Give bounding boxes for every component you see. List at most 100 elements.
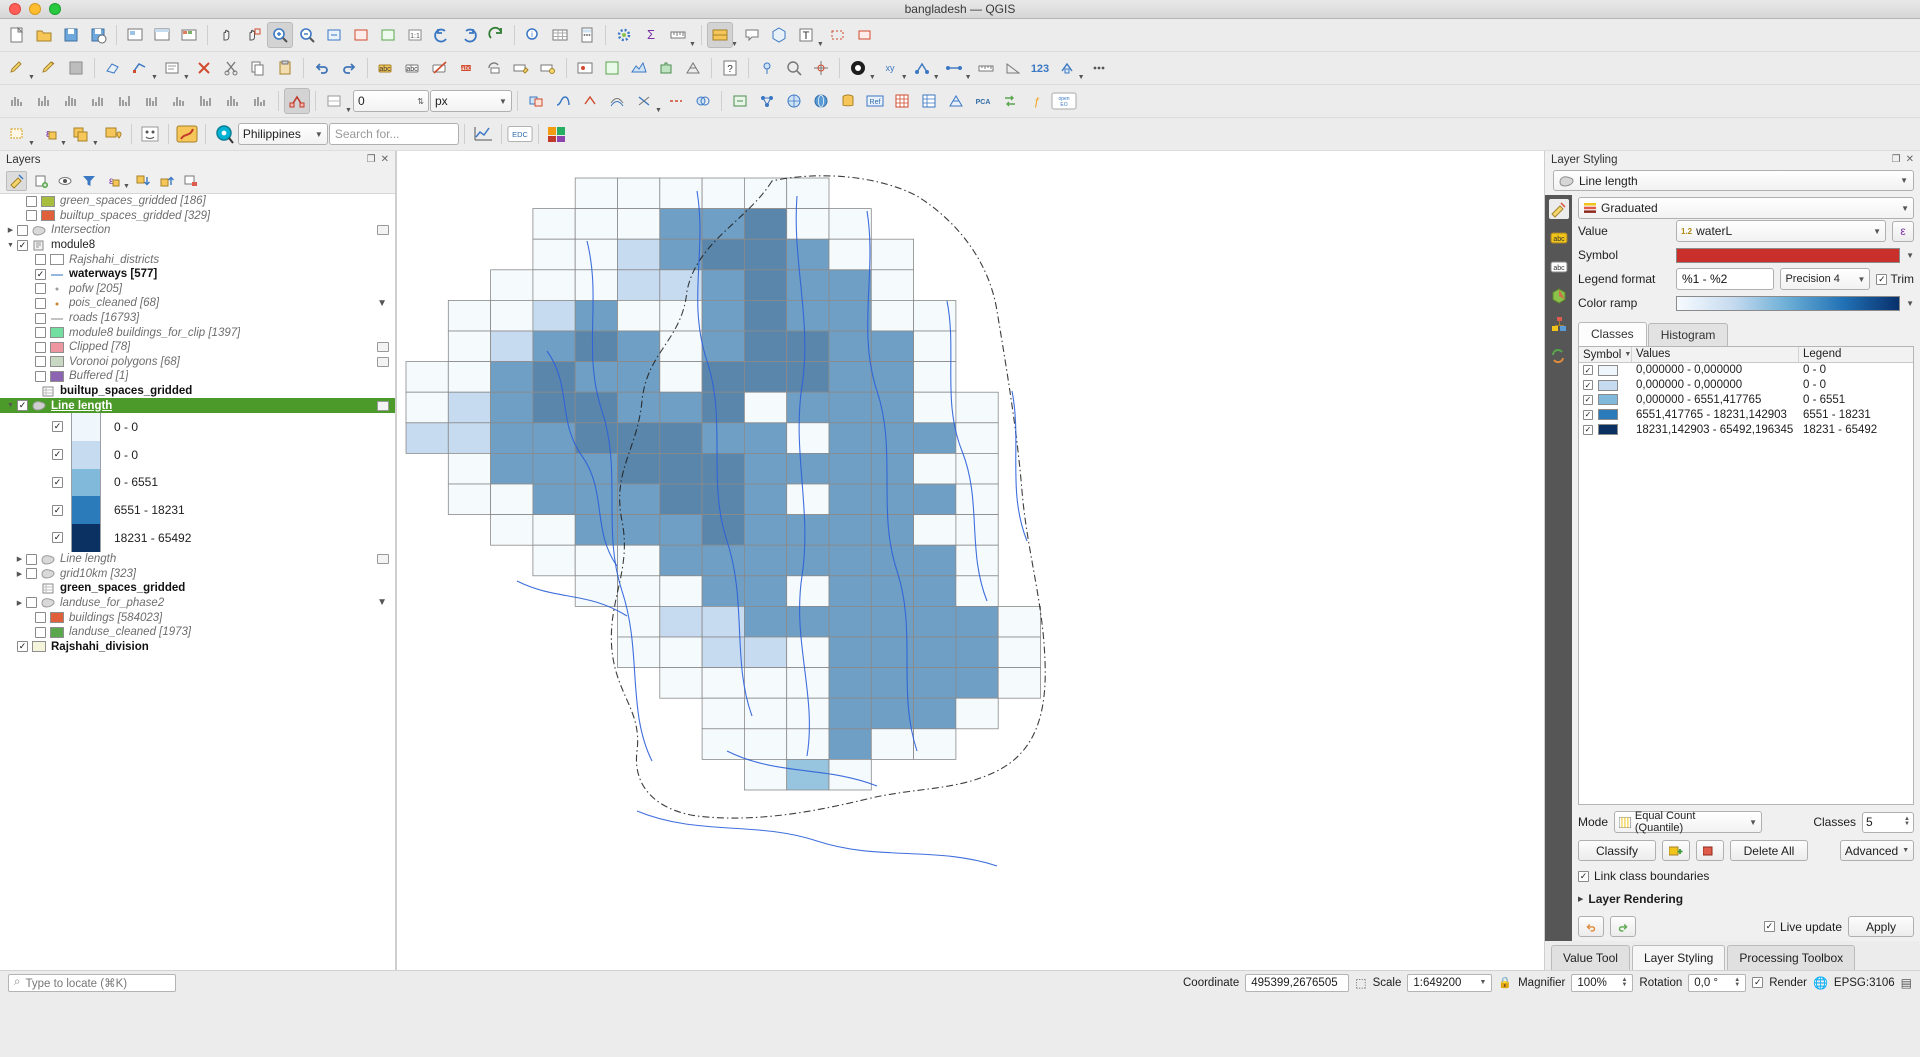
- pin-labels-icon[interactable]: abc: [400, 55, 426, 81]
- self-snapping-icon[interactable]: [577, 88, 603, 114]
- layer-tree-row[interactable]: builtup_spaces_gridded [329]: [0, 209, 395, 224]
- class-legend-row[interactable]: ✓ 6551 - 18231: [0, 496, 395, 525]
- country-select[interactable]: Philippines ▼: [237, 123, 328, 145]
- remove-class-button[interactable]: [1696, 840, 1724, 861]
- zoom-next-icon[interactable]: [456, 22, 482, 48]
- move-label-icon[interactable]: abc: [454, 55, 480, 81]
- raster-calculator-icon[interactable]: [599, 55, 625, 81]
- layer-tree-row[interactable]: builtup_spaces_gridded: [0, 384, 395, 399]
- precision-select[interactable]: Precision 4 ▼: [1780, 268, 1871, 290]
- histogram5-icon[interactable]: [112, 88, 138, 114]
- snap-units-select[interactable]: px ▼: [429, 90, 512, 112]
- circle-symbol-icon[interactable]: [845, 55, 871, 81]
- layer-tree[interactable]: green_spaces_gridded [186] builtup_spaces…: [0, 193, 395, 970]
- right-bottom-tabs[interactable]: Value Tool Layer Styling Processing Tool…: [1545, 941, 1920, 970]
- link-class-boundaries-checkbox[interactable]: ✓: [1578, 870, 1589, 882]
- add-feature-icon[interactable]: [100, 55, 126, 81]
- rotation-input[interactable]: 0,0 ° ▲ ▼: [1688, 973, 1747, 992]
- layer-visibility-checkbox[interactable]: [35, 283, 46, 295]
- styling-layer-select[interactable]: Line length ▼: [1553, 170, 1914, 191]
- zoom-full-icon[interactable]: [321, 22, 347, 48]
- layer-visibility-checkbox[interactable]: [35, 254, 46, 266]
- collapse-all-icon[interactable]: [157, 171, 178, 191]
- xy-tool-icon[interactable]: xy: [877, 55, 903, 81]
- tab-processing-toolbox[interactable]: Processing Toolbox: [1727, 945, 1856, 970]
- layer-visibility-checkbox[interactable]: ✓: [17, 239, 28, 251]
- float-panel-icon[interactable]: ❐: [1892, 154, 1901, 165]
- class-row-swatch[interactable]: [1598, 409, 1618, 421]
- undo-style-button[interactable]: [1578, 916, 1604, 937]
- measure-line-icon[interactable]: [665, 22, 691, 48]
- edc-plugin-icon[interactable]: EDC: [507, 121, 533, 147]
- class-table-row[interactable]: ✓ 0,000000 - 0,000000 0 - 0: [1579, 363, 1913, 378]
- class-legend-cell[interactable]: 0 - 6551: [1799, 394, 1913, 406]
- zoom-native-icon[interactable]: 1:1: [402, 22, 428, 48]
- road-plugin-icon[interactable]: [174, 121, 200, 147]
- layer-tree-row[interactable]: module8 buildings_for_clip [1397]: [0, 325, 395, 340]
- open-attribute-dialog-icon[interactable]: [137, 121, 163, 147]
- render-checkbox[interactable]: ✓: [1752, 977, 1764, 988]
- expand-right-icon[interactable]: ▶: [1578, 895, 1583, 903]
- numeric-123-icon[interactable]: 123: [1027, 55, 1053, 81]
- labels-tab-icon[interactable]: abc: [1549, 228, 1569, 248]
- location-search-icon[interactable]: [211, 121, 237, 147]
- manage-layer-visibility-icon[interactable]: [54, 171, 75, 191]
- spinner-arrows[interactable]: ▲ ▼: [1621, 977, 1627, 988]
- statistical-summary-icon[interactable]: Σ: [638, 22, 664, 48]
- layer-tree-row[interactable]: pois_cleaned [68] ▼: [0, 296, 395, 311]
- save-project-as-icon[interactable]: [85, 22, 111, 48]
- class-legend-row[interactable]: ✓ 0 - 0: [0, 440, 395, 469]
- history-tab-icon[interactable]: [1549, 344, 1569, 364]
- class-values-cell[interactable]: 18231,142903 - 65492,196345: [1632, 424, 1799, 436]
- layer-visibility-checkbox[interactable]: [35, 297, 46, 309]
- magnifier-input[interactable]: 100% ▲ ▼: [1571, 973, 1634, 992]
- layer-visibility-checkbox[interactable]: [35, 312, 46, 324]
- mesh-icon[interactable]: [680, 55, 706, 81]
- layer-visibility-checkbox[interactable]: [26, 553, 37, 565]
- class-color-swatch[interactable]: [71, 524, 101, 552]
- openstreetmap-icon[interactable]: [781, 88, 807, 114]
- current-edits-icon[interactable]: [4, 55, 30, 81]
- tab-classes[interactable]: Classes: [1578, 322, 1647, 346]
- diagrams-tab-icon[interactable]: [1549, 315, 1569, 335]
- histogram3-icon[interactable]: [58, 88, 84, 114]
- layer-visibility-checkbox[interactable]: [35, 370, 46, 382]
- class-color-swatch[interactable]: [71, 412, 101, 441]
- layer-rendering-label[interactable]: Layer Rendering: [1588, 892, 1683, 906]
- layer-expander-icon[interactable]: ▶: [4, 226, 17, 234]
- close-panel-icon[interactable]: ✕: [381, 154, 389, 165]
- filter-badge-icon[interactable]: ▼: [377, 597, 387, 608]
- select-all-icon[interactable]: [68, 121, 94, 147]
- mode-select[interactable]: Equal Count (Quantile) ▼: [1614, 810, 1763, 834]
- expression-filter-caret[interactable]: ▼: [123, 183, 130, 193]
- layer-tree-row[interactable]: buildings [584023]: [0, 610, 395, 625]
- select-by-area-icon[interactable]: [4, 121, 30, 147]
- class-legend-row[interactable]: ✓ 0 - 0: [0, 412, 395, 441]
- class-legend-row[interactable]: ✓ 0 - 6551: [0, 468, 395, 497]
- layers-toolbar[interactable]: ε ▼: [0, 168, 395, 193]
- classify-button[interactable]: Classify: [1578, 840, 1656, 861]
- layer-edit-badge-icon[interactable]: [377, 554, 389, 565]
- symbol-preview[interactable]: [1676, 247, 1901, 263]
- layer-visibility-checkbox[interactable]: [26, 597, 37, 609]
- histogram4-icon[interactable]: [85, 88, 111, 114]
- refresh-icon[interactable]: [483, 22, 509, 48]
- new-print-layout-icon[interactable]: [122, 22, 148, 48]
- messages-icon[interactable]: ▤: [1901, 976, 1912, 990]
- pan-to-selection-icon[interactable]: [240, 22, 266, 48]
- histogram7-icon[interactable]: [166, 88, 192, 114]
- class-row-swatch[interactable]: [1598, 424, 1618, 436]
- coordinate-input[interactable]: 495399,2676505: [1245, 973, 1350, 992]
- merge-features-icon[interactable]: [690, 88, 716, 114]
- histogram9-icon[interactable]: [220, 88, 246, 114]
- color-ramp-preview[interactable]: [1676, 295, 1901, 311]
- coordinate-capture-icon[interactable]: [808, 55, 834, 81]
- add-group-icon[interactable]: [30, 171, 51, 191]
- filter-legend-icon[interactable]: [78, 171, 99, 191]
- class-visibility-checkbox[interactable]: ✓: [52, 421, 63, 433]
- layer-visibility-checkbox[interactable]: [35, 356, 46, 368]
- legend-format-input[interactable]: %1 - %2: [1676, 268, 1775, 290]
- classes-count-spinner[interactable]: 5 ▲ ▼: [1862, 811, 1914, 833]
- symbol-dropdown-caret[interactable]: ▼: [1906, 251, 1914, 260]
- redo-icon[interactable]: [336, 55, 362, 81]
